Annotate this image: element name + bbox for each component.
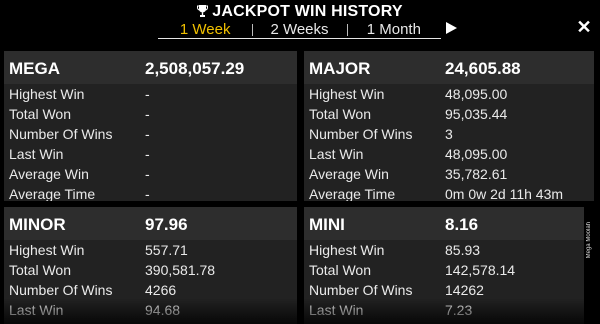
stat-row: Number Of Wins 4266	[4, 280, 297, 300]
stat-value: 14262	[445, 282, 484, 298]
tab-1-week[interactable]: 1 Week	[158, 21, 252, 38]
stat-label: Average Time	[309, 186, 396, 201]
stat-value: 94.68	[145, 302, 181, 318]
panel-header: MINOR 97.96	[4, 207, 297, 240]
jackpot-name: MINI	[309, 215, 345, 234]
stat-value: 35,782.61	[445, 166, 508, 182]
stat-row: Number Of Wins 3	[304, 124, 594, 144]
panel-header: MINI 8.16	[304, 207, 584, 240]
stat-row: Last Win -	[4, 144, 297, 164]
stat-value: -	[145, 106, 150, 122]
page-title: JACKPOT WIN HISTORY	[0, 3, 600, 21]
stat-row: Last Win 48,095.00	[304, 144, 594, 164]
stat-value: 557.71	[145, 242, 188, 258]
jackpot-panel-minor: MINOR 97.96 Highest Win 557.71 Total Won 3…	[4, 207, 297, 324]
stat-label: Last Win	[309, 302, 364, 318]
stat-label: Highest Win	[309, 242, 385, 258]
stat-value: 95,035.44	[445, 106, 508, 122]
stat-label: Total Won	[9, 262, 71, 278]
stat-value: 390,581.78	[145, 262, 216, 278]
period-tabs: 1 Week 2 Weeks 1 Month	[158, 21, 441, 39]
stat-value: -	[145, 126, 150, 142]
stat-label: Number Of Wins	[9, 282, 113, 298]
stat-label: Average Time	[9, 186, 96, 201]
stat-label: Number Of Wins	[309, 282, 413, 298]
jackpot-amount: 8.16	[445, 215, 479, 234]
stat-label: Average Win	[309, 166, 389, 182]
jackpot-name: MEGA	[9, 59, 60, 78]
stat-value: 48,095.00	[445, 86, 508, 102]
stat-row: Total Won -	[4, 104, 297, 124]
tab-1-month[interactable]: 1 Month	[346, 21, 441, 38]
stat-row: Total Won 390,581.78	[4, 260, 297, 280]
stat-label: Total Won	[309, 262, 371, 278]
stat-value: -	[145, 186, 150, 201]
stat-row: Average Time 0m 0w 2d 11h 43m	[304, 184, 594, 201]
tab-2-weeks[interactable]: 2 Weeks	[252, 21, 346, 38]
panel-header: MAJOR 24,605.88	[304, 51, 594, 84]
stat-value: -	[145, 146, 150, 162]
jackpot-amount: 97.96	[145, 215, 188, 234]
stat-label: Last Win	[309, 146, 364, 162]
stat-value: 85.93	[445, 242, 481, 258]
stat-row: Last Win 94.68	[4, 300, 297, 320]
stat-label: Last Win	[9, 302, 64, 318]
stat-label: Highest Win	[9, 86, 85, 102]
trophy-icon	[197, 5, 209, 17]
stat-row: Number Of Wins 14262	[304, 280, 584, 300]
stat-label: Highest Win	[309, 86, 385, 102]
stat-label: Total Won	[309, 106, 371, 122]
jackpot-panel-mega: MEGA 2,508,057.29 Highest Win - Total Won…	[4, 51, 297, 201]
stat-row: Average Win -	[4, 164, 297, 184]
title-text: JACKPOT WIN HISTORY	[212, 3, 403, 20]
stat-value: 0m 0w 2d 11h 43m	[445, 186, 564, 201]
stat-value: -	[145, 166, 150, 182]
stat-label: Number Of Wins	[309, 126, 413, 142]
stat-value: 7.23	[445, 302, 473, 318]
stat-row: Total Won 95,035.44	[304, 104, 594, 124]
stat-label: Number Of Wins	[9, 126, 113, 142]
stat-label: Total Won	[9, 106, 71, 122]
jackpot-panel-major: MAJOR 24,605.88 Highest Win 48,095.00 Tot…	[304, 51, 594, 201]
stat-value: 48,095.00	[445, 146, 508, 162]
header: JACKPOT WIN HISTORY 1 Week 2 Weeks 1 Mon…	[0, 0, 600, 46]
stat-row: Highest Win 48,095.00	[304, 84, 594, 104]
stat-row: Highest Win -	[4, 84, 297, 104]
stat-value: -	[145, 86, 150, 102]
stat-row: Average Time -	[4, 184, 297, 201]
jackpot-name: MAJOR	[309, 59, 371, 78]
stat-label: Average Win	[9, 166, 89, 182]
jackpot-amount: 24,605.88	[445, 59, 521, 78]
stat-row: Number Of Wins -	[4, 124, 297, 144]
jackpot-panel-mini: MINI 8.16 Highest Win 85.93 Total Won 142,…	[304, 207, 584, 324]
stat-row: Highest Win 85.93	[304, 240, 584, 260]
stat-value: 142,578.14	[445, 262, 516, 278]
close-icon[interactable]: ✕	[576, 18, 592, 36]
panel-header: MEGA 2,508,057.29	[4, 51, 297, 84]
stat-row: Last Win 7.23	[304, 300, 584, 320]
stat-row: Average Win 35,782.61	[304, 164, 594, 184]
stat-value: 4266	[145, 282, 177, 298]
side-label: Mega Moolah	[586, 222, 592, 259]
stat-label: Last Win	[9, 146, 64, 162]
stat-row: Total Won 142,578.14	[304, 260, 584, 280]
stat-value: 3	[445, 126, 453, 142]
jackpot-name: MINOR	[9, 215, 66, 234]
stat-row: Highest Win 557.71	[4, 240, 297, 260]
stat-label: Highest Win	[9, 242, 85, 258]
next-arrow-icon[interactable]	[446, 22, 457, 34]
jackpot-amount: 2,508,057.29	[145, 59, 245, 78]
